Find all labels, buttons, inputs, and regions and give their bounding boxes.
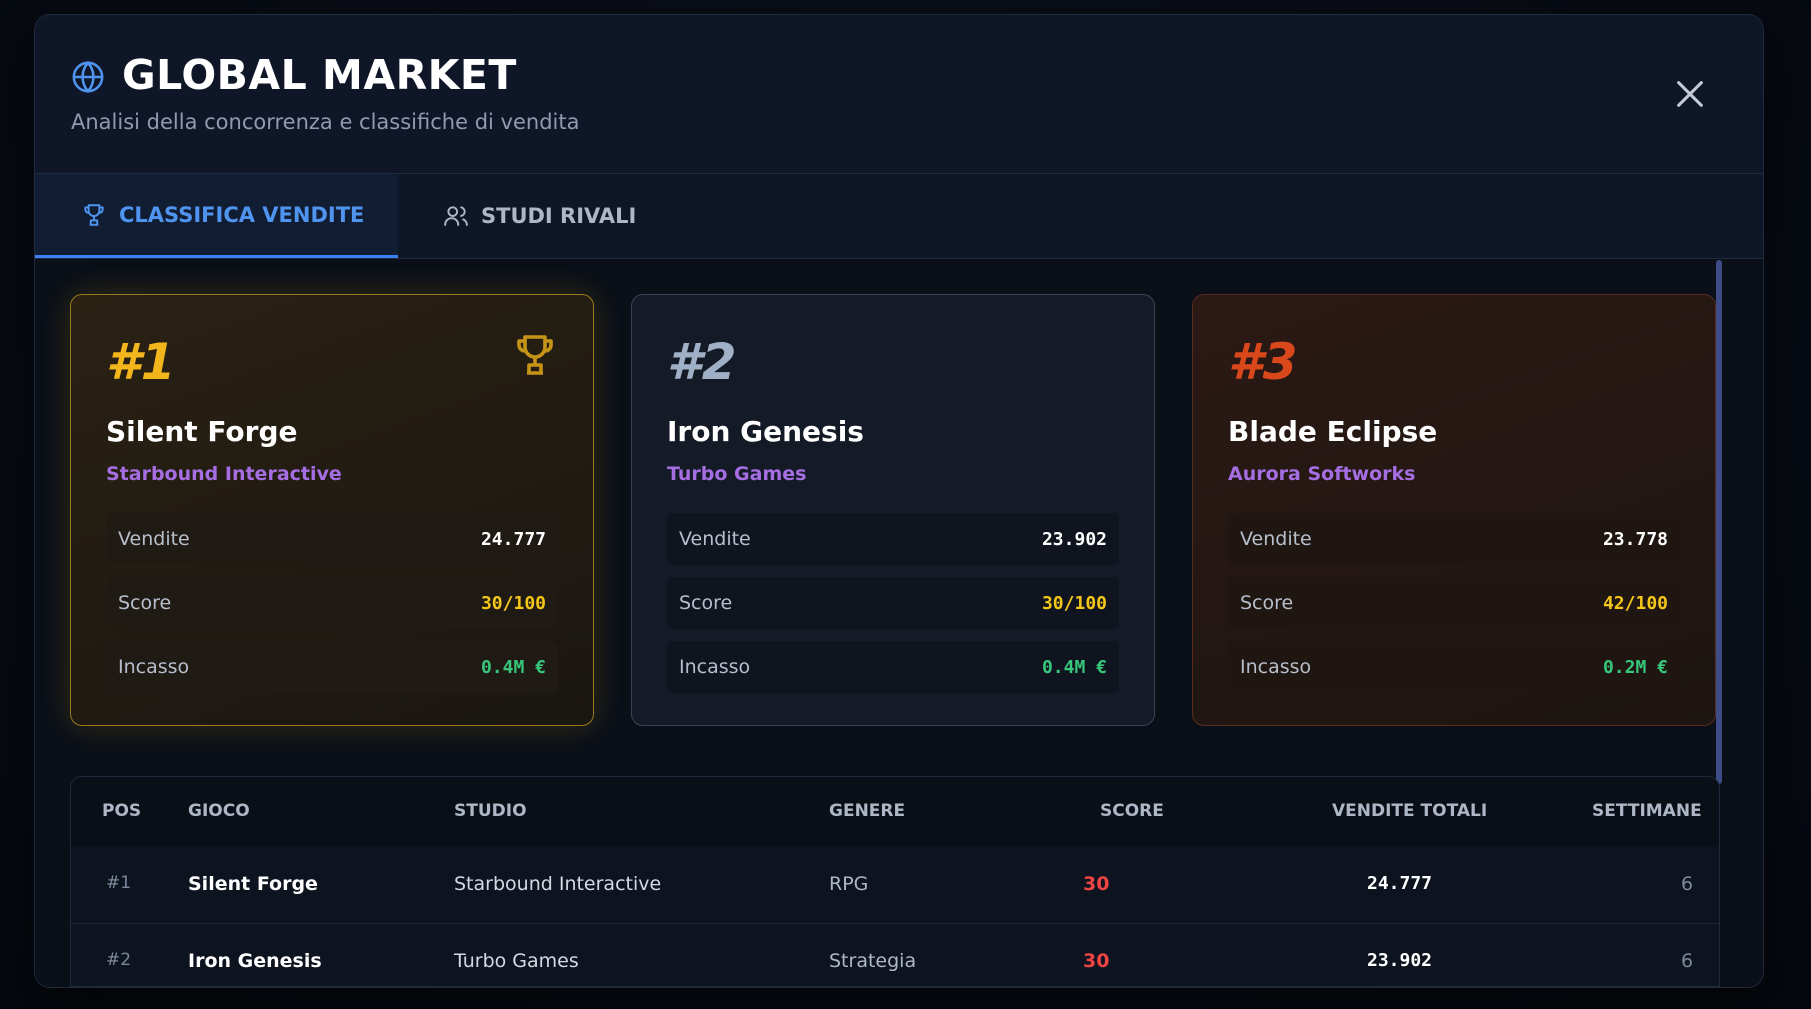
page-title: GLOBAL MARKET	[122, 51, 517, 99]
tab-studi-rivali[interactable]: STUDI RIVALI	[443, 174, 636, 258]
stat-value: 24.777	[480, 528, 546, 550]
cell-score: 30	[1083, 950, 1110, 972]
stat-label: Score	[1240, 592, 1294, 614]
trophy-icon	[517, 335, 553, 375]
stat-label: Vendite	[1240, 528, 1312, 550]
stat-value: 42/100	[1602, 592, 1668, 614]
cell-studio: Starbound Interactive	[454, 873, 662, 895]
globe-icon	[72, 60, 104, 94]
cell-genre: Strategia	[829, 950, 917, 972]
podium-card-1[interactable]: #1 Silent Forge Starbound Interactive Ve…	[70, 294, 594, 726]
stat-label: Incasso	[679, 656, 751, 678]
stat-score: Score 30/100	[106, 577, 558, 629]
stat-sales: Vendite 23.778	[1228, 513, 1680, 565]
table-row[interactable]: #2 Iron Genesis Turbo Games Strategia 30…	[71, 924, 1719, 986]
stat-label: Incasso	[118, 656, 190, 678]
cell-studio: Turbo Games	[454, 950, 579, 972]
users-icon	[444, 206, 468, 226]
tab-label: STUDI RIVALI	[481, 204, 637, 228]
stat-value: 23.902	[1041, 528, 1107, 550]
tab-label: CLASSIFICA VENDITE	[119, 202, 365, 227]
stat-value: 0.2M €	[1602, 656, 1668, 678]
studio-name: Aurora Softworks	[1228, 463, 1416, 485]
tab-bar: CLASSIFICA VENDITE STUDI RIVALI	[35, 174, 1763, 259]
game-name: Blade Eclipse	[1228, 415, 1438, 448]
column-header-weeks[interactable]: SETTIMANE	[1592, 801, 1702, 821]
rank-label: #1	[106, 333, 176, 391]
studio-name: Turbo Games	[667, 463, 807, 485]
stat-value: 23.778	[1602, 528, 1668, 550]
stat-sales: Vendite 24.777	[106, 513, 558, 565]
column-header-total-sales[interactable]: VENDITE TOTALI	[1332, 801, 1487, 821]
table-header: POS GIOCO STUDIO GENERE SCORE VENDITE TO…	[71, 777, 1719, 847]
stat-income: Incasso 0.4M €	[106, 641, 558, 693]
stat-value: 30/100	[480, 592, 546, 614]
stat-value: 0.4M €	[480, 656, 546, 678]
tab-classifica-vendite[interactable]: CLASSIFICA VENDITE	[35, 174, 398, 258]
modal-header: GLOBAL MARKET Analisi della concorrenza …	[35, 15, 1763, 174]
close-icon[interactable]	[1673, 77, 1707, 111]
cell-sales: 24.777	[1367, 873, 1433, 894]
rank-label: #3	[1228, 333, 1298, 391]
podium-card-2[interactable]: #2 Iron Genesis Turbo Games Vendite 23.9…	[631, 294, 1155, 726]
studio-name: Starbound Interactive	[106, 463, 342, 485]
rank-label: #2	[667, 333, 737, 391]
cell-score: 30	[1083, 873, 1110, 895]
stat-score: Score 30/100	[667, 577, 1119, 629]
column-header-studio[interactable]: STUDIO	[454, 801, 527, 821]
column-header-pos[interactable]: POS	[102, 801, 141, 821]
stat-sales: Vendite 23.902	[667, 513, 1119, 565]
stat-label: Incasso	[1240, 656, 1312, 678]
stat-label: Vendite	[679, 528, 751, 550]
game-name: Silent Forge	[106, 415, 298, 448]
stat-value: 30/100	[1041, 592, 1107, 614]
ranking-table: POS GIOCO STUDIO GENERE SCORE VENDITE TO…	[70, 776, 1720, 987]
stat-label: Score	[679, 592, 733, 614]
stat-income: Incasso 0.4M €	[667, 641, 1119, 693]
cell-game: Iron Genesis	[188, 950, 322, 972]
column-header-score[interactable]: SCORE	[1100, 801, 1164, 821]
cell-pos: #1	[106, 873, 132, 893]
column-header-genre[interactable]: GENERE	[829, 801, 905, 821]
table-row[interactable]: #1 Silent Forge Starbound Interactive RP…	[71, 847, 1719, 924]
stat-label: Score	[118, 592, 172, 614]
game-name: Iron Genesis	[667, 415, 864, 448]
page-subtitle: Analisi della concorrenza e classifiche …	[71, 110, 580, 134]
column-header-game[interactable]: GIOCO	[188, 801, 250, 821]
trophy-icon	[84, 203, 104, 226]
cell-weeks: 6	[1681, 873, 1694, 895]
stat-score: Score 42/100	[1228, 577, 1680, 629]
cell-sales: 23.902	[1367, 950, 1433, 971]
cell-game: Silent Forge	[188, 873, 318, 895]
scrollbar[interactable]	[1716, 260, 1722, 784]
cell-genre: RPG	[829, 873, 869, 895]
cell-weeks: 6	[1681, 950, 1694, 972]
podium-card-3[interactable]: #3 Blade Eclipse Aurora Softworks Vendit…	[1192, 294, 1716, 726]
stat-income: Incasso 0.2M €	[1228, 641, 1680, 693]
cell-pos: #2	[106, 950, 132, 970]
stat-label: Vendite	[118, 528, 190, 550]
stat-value: 0.4M €	[1041, 656, 1107, 678]
